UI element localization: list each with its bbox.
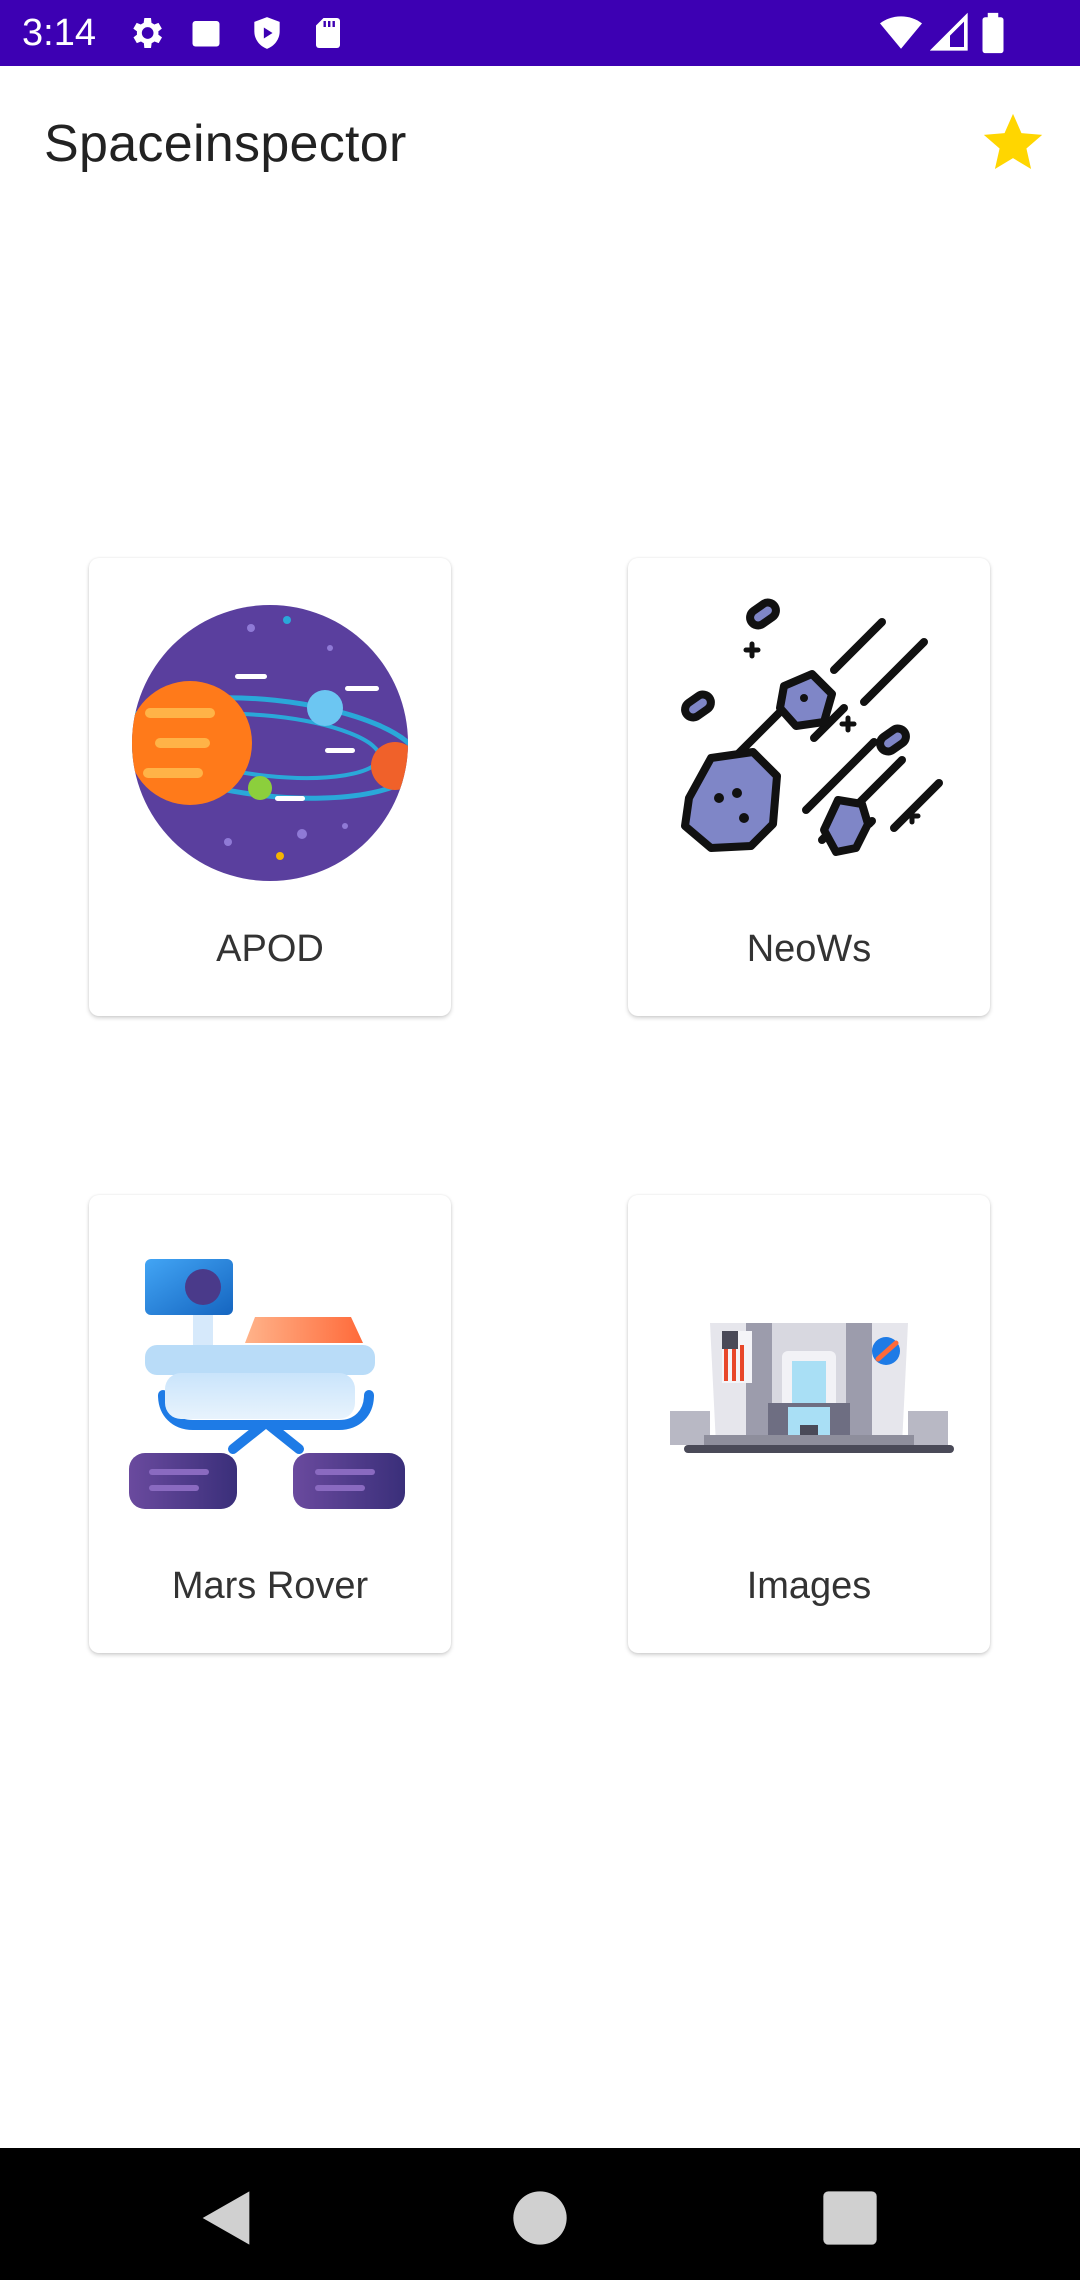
favorites-star-icon[interactable] xyxy=(978,108,1048,178)
card-images[interactable]: Images xyxy=(628,1195,990,1653)
card-label: NeoWs xyxy=(746,928,872,970)
card-mars-rover[interactable]: Mars Rover xyxy=(89,1195,451,1653)
card-apod[interactable]: APOD xyxy=(89,558,451,1016)
status-bar: 3:14 xyxy=(0,0,1080,66)
battery-icon xyxy=(982,12,1004,54)
navigation-bar xyxy=(0,2148,1080,2280)
card-neows[interactable]: NeoWs xyxy=(628,558,990,1016)
space-center-building-icon xyxy=(670,1323,954,1453)
mars-rover-icon xyxy=(129,1259,405,1509)
cell-signal-icon xyxy=(930,12,968,51)
app-bar: Spaceinspector xyxy=(0,66,1080,226)
home-icon[interactable] xyxy=(500,2178,580,2258)
status-time: 3:14 xyxy=(22,12,96,54)
card-label: APOD xyxy=(216,928,324,970)
sd-card-icon xyxy=(316,18,340,48)
card-label: Images xyxy=(746,1565,872,1607)
app-title: Spaceinspector xyxy=(44,115,407,173)
shield-play-icon xyxy=(254,17,280,49)
card-label: Mars Rover xyxy=(171,1565,369,1607)
square-icon xyxy=(192,21,220,47)
recents-icon[interactable] xyxy=(810,2178,890,2258)
gear-icon xyxy=(133,18,162,48)
wifi-icon xyxy=(880,16,922,49)
meteor-shower-icon xyxy=(681,598,943,856)
solar-system-icon xyxy=(132,605,408,881)
back-icon[interactable] xyxy=(186,2178,266,2258)
